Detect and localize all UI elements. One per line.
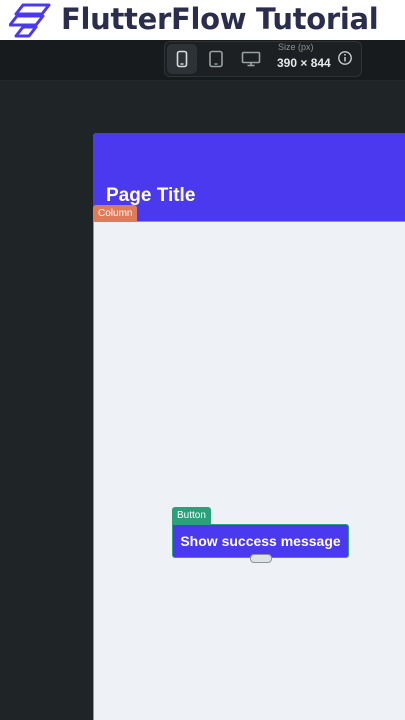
phone-device-button[interactable] bbox=[167, 44, 197, 74]
device-preview-bar: Size (px) 390 × 844 bbox=[164, 41, 362, 77]
tablet-device-button[interactable] bbox=[201, 44, 231, 74]
button-widget-tag[interactable]: Button bbox=[172, 507, 211, 524]
desktop-icon bbox=[241, 51, 261, 67]
tablet-icon bbox=[209, 50, 223, 68]
app-bar[interactable]: Page Title bbox=[93, 133, 405, 221]
info-icon[interactable] bbox=[337, 50, 353, 66]
column-widget-tag[interactable]: Column bbox=[93, 205, 138, 222]
flutterflow-logo-icon bbox=[9, 3, 51, 38]
resize-handle[interactable] bbox=[250, 554, 272, 563]
size-label: Size (px) bbox=[278, 42, 314, 52]
size-value[interactable]: 390 × 844 bbox=[277, 56, 331, 70]
editor-toolbar: Size (px) 390 × 844 bbox=[0, 40, 405, 81]
phone-icon bbox=[176, 50, 188, 68]
show-success-message-button[interactable]: Show success message bbox=[172, 524, 349, 558]
desktop-device-button[interactable] bbox=[236, 44, 266, 74]
page-title[interactable]: Page Title bbox=[106, 185, 195, 207]
column-selection-outline bbox=[93, 221, 405, 720]
banner-title: FlutterFlow Tutorial bbox=[61, 2, 379, 36]
tutorial-banner: FlutterFlow Tutorial bbox=[0, 0, 405, 40]
